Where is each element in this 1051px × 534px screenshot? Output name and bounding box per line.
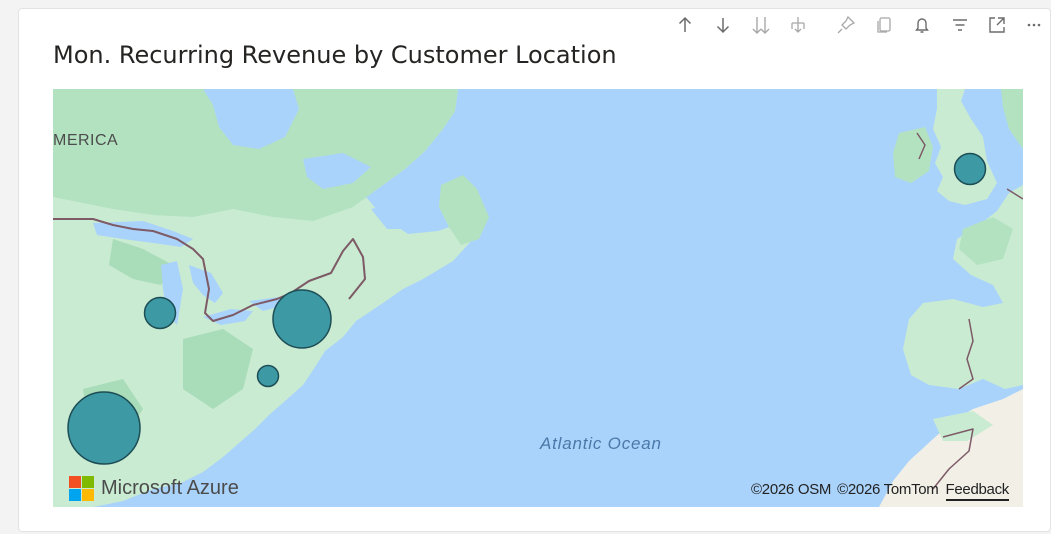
feedback-link[interactable]: Feedback — [945, 481, 1009, 501]
revenue-bubble-virginia[interactable] — [256, 364, 280, 388]
drill-down-icon[interactable] — [710, 12, 736, 38]
pin-icon[interactable] — [833, 12, 859, 38]
copy-icon[interactable] — [871, 12, 897, 38]
revenue-bubble-london[interactable] — [953, 152, 987, 186]
filter-icon[interactable] — [947, 12, 973, 38]
revenue-bubble-new-york[interactable] — [272, 289, 332, 349]
revenue-bubble-illinois[interactable] — [143, 296, 177, 330]
map-attribution: ©2026 OSM ©2026 TomTom Feedback — [745, 481, 1009, 501]
ocean-label: Atlantic Ocean — [540, 434, 662, 453]
more-options-icon[interactable] — [1021, 12, 1047, 38]
expand-hierarchy-icon[interactable] — [785, 12, 811, 38]
visual-title: Mon. Recurring Revenue by Customer Locat… — [53, 41, 617, 69]
visual-header-toolbar — [0, 12, 1051, 38]
focus-mode-icon[interactable] — [984, 12, 1010, 38]
basemap — [53, 89, 1023, 507]
drill-up-icon[interactable] — [672, 12, 698, 38]
microsoft-logo-icon — [69, 476, 94, 501]
revenue-bubble-texas[interactable] — [67, 391, 141, 465]
map-canvas[interactable]: MERICA Atlantic Ocean Microsoft Azure ©2… — [53, 89, 1023, 507]
brand-text: Microsoft Azure — [101, 477, 239, 499]
osm-attribution: ©2026 OSM — [751, 481, 832, 498]
tomtom-attribution: ©2026 TomTom — [837, 481, 939, 498]
bell-icon[interactable] — [909, 12, 935, 38]
expand-all-icon[interactable] — [748, 12, 774, 38]
continent-label: MERICA — [53, 132, 119, 149]
